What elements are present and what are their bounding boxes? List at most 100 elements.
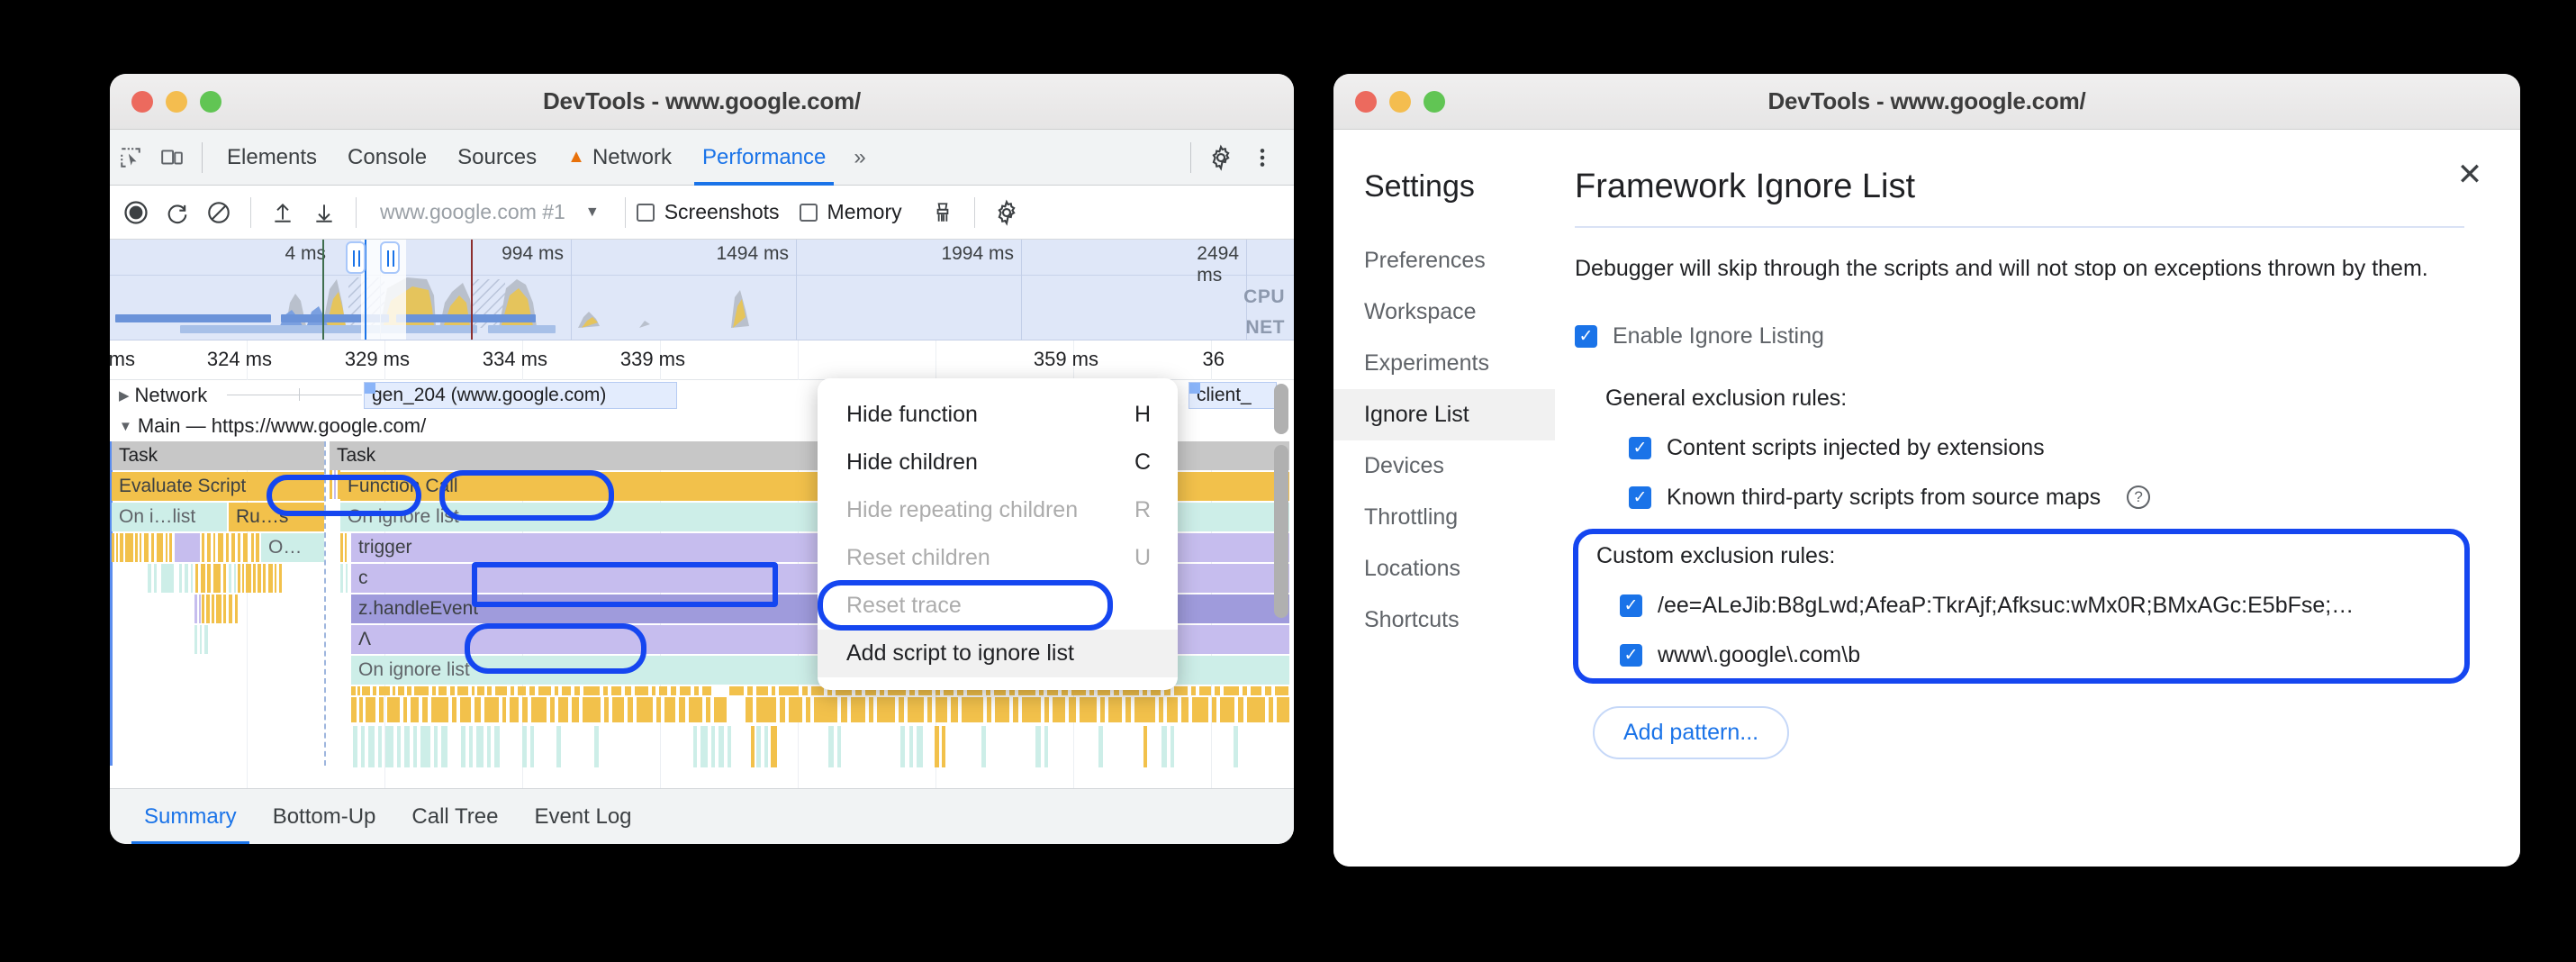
custom-rule-row-1[interactable]: ✓ www\.google\.com\b <box>1584 642 2455 668</box>
reload-record-icon[interactable] <box>157 192 198 233</box>
trace-select-value[interactable]: www.google.com #1 <box>380 200 565 224</box>
tab-sources[interactable]: Sources <box>442 130 552 186</box>
sidebar-item-preferences-label: Preferences <box>1364 248 1486 273</box>
menu-item-reset-children-key: U <box>1134 545 1151 571</box>
network-request-chip-right[interactable]: client_ <box>1189 382 1277 409</box>
chevron-right-icon[interactable]: ▶ <box>119 387 130 404</box>
memory-checkbox-row[interactable]: Memory <box>800 200 902 224</box>
performance-controls-toolbar: www.google.com #1 ▼ Screenshots Memory <box>110 186 1294 240</box>
clear-icon[interactable] <box>198 192 240 233</box>
kebab-menu-icon[interactable] <box>1242 137 1283 178</box>
tab-event-log[interactable]: Event Log <box>516 789 649 845</box>
menu-item-hide-repeating-children-key: R <box>1134 497 1151 523</box>
upload-profile-icon[interactable] <box>262 192 303 233</box>
controls-divider-3 <box>625 197 626 228</box>
flame-bar-on-ignore-list-small[interactable]: On i…list <box>112 503 227 531</box>
menu-item-add-script-to-ignore-list[interactable]: Add script to ignore list <box>818 630 1178 677</box>
tab-network-label: Network <box>592 145 672 170</box>
sidebar-item-throttling[interactable]: Throttling <box>1333 492 1555 543</box>
settings-panel-ignore-list: ✕ Framework Ignore List Debugger will sk… <box>1555 130 2520 867</box>
download-profile-icon[interactable] <box>303 192 345 233</box>
net-bar <box>115 314 271 322</box>
tab-network[interactable]: ▲ Network <box>552 130 687 186</box>
overview-tick-line <box>796 240 797 340</box>
sidebar-item-ignore-list[interactable]: Ignore List <box>1333 389 1555 440</box>
flame-bar-evaluate-script[interactable]: Evaluate Script <box>112 472 324 501</box>
tab-console[interactable]: Console <box>332 130 442 186</box>
screenshots-checkbox[interactable] <box>637 204 655 222</box>
ruler-tick-label: 324 ms <box>207 348 281 371</box>
flame-bar-task-left[interactable]: Task <box>112 441 324 470</box>
general-exclusion-label: General exclusion rules: <box>1605 386 2464 412</box>
device-toolbar-icon[interactable] <box>151 137 193 178</box>
timeline-overview[interactable]: 4 ms 994 ms 1494 ms 1994 ms 2494 ms CPU … <box>110 240 1294 340</box>
network-request-chip[interactable]: gen_204 (www.google.com) <box>364 382 677 409</box>
selection-handle-right[interactable] <box>380 241 400 274</box>
custom-rule-1-checkbox[interactable]: ✓ <box>1620 644 1642 667</box>
sidebar-item-locations-label: Locations <box>1364 556 1460 581</box>
ruler-tick-label: 36 <box>1203 348 1234 371</box>
menu-item-hide-function[interactable]: Hide function H <box>818 391 1178 439</box>
tab-bottom-up[interactable]: Bottom-Up <box>255 789 394 845</box>
toolbar-divider <box>202 142 203 173</box>
more-tabs-icon[interactable]: » <box>841 145 878 170</box>
add-pattern-button[interactable]: Add pattern... <box>1593 706 1789 759</box>
sidebar-item-devices[interactable]: Devices <box>1333 440 1555 492</box>
chevron-down-icon[interactable]: ▼ <box>119 419 132 434</box>
custom-rule-row-0[interactable]: ✓ /ee=ALeJib:B8gLwd;AfeaP:TkrAjf;Afksuc:… <box>1584 593 2455 619</box>
tab-elements-label: Elements <box>227 145 317 170</box>
collect-garbage-icon[interactable] <box>922 192 963 233</box>
menu-item-hide-children[interactable]: Hide children C <box>818 439 1178 486</box>
screenshots-checkbox-row[interactable]: Screenshots <box>637 200 780 224</box>
tab-elements[interactable]: Elements <box>212 130 332 186</box>
sidebar-item-workspace[interactable]: Workspace <box>1333 286 1555 338</box>
vertical-scrollbar-thumb[interactable] <box>1274 445 1288 618</box>
sidebar-item-devices-label: Devices <box>1364 453 1444 478</box>
tab-performance-label: Performance <box>702 145 826 170</box>
vertical-scrollbar-thumb-top[interactable] <box>1274 384 1288 434</box>
record-circle-icon[interactable] <box>115 192 157 233</box>
flame-context-menu[interactable]: Hide function H Hide children C Hide rep… <box>818 378 1178 690</box>
inspect-element-icon[interactable] <box>110 137 151 178</box>
ruler-tick-label: 359 ms <box>1034 348 1107 371</box>
enable-ignore-listing-row[interactable]: ✓ Enable Ignore Listing <box>1575 323 2464 349</box>
sidebar-item-preferences[interactable]: Preferences <box>1333 235 1555 286</box>
tabbar-right-group <box>1181 137 1294 178</box>
third-party-scripts-label: Known third-party scripts from source ma… <box>1667 485 2101 511</box>
flame-narrow-bars-2 <box>340 533 358 659</box>
content-scripts-checkbox[interactable]: ✓ <box>1629 437 1651 459</box>
flame-narrow-bars <box>330 470 348 533</box>
help-question-icon[interactable]: ? <box>2127 486 2150 509</box>
sidebar-item-experiments[interactable]: Experiments <box>1333 338 1555 389</box>
close-icon[interactable]: ✕ <box>2452 157 2488 193</box>
general-rule-row-1[interactable]: ✓ Known third-party scripts from source … <box>1605 485 2464 511</box>
tab-call-tree[interactable]: Call Tree <box>393 789 516 845</box>
third-party-scripts-checkbox[interactable]: ✓ <box>1629 486 1651 509</box>
chevron-down-icon[interactable]: ▼ <box>585 204 600 221</box>
selection-handle-left[interactable] <box>346 241 366 274</box>
cpu-track-label: CPU <box>1243 286 1285 308</box>
devtools-settings-window: DevTools - www.google.com/ Settings Pref… <box>1333 74 2520 867</box>
tab-console-label: Console <box>348 145 427 170</box>
marker-line-green <box>322 240 324 340</box>
flame-bar-run-scripts[interactable]: Ru…s <box>229 503 324 531</box>
sidebar-item-shortcuts[interactable]: Shortcuts <box>1333 594 1555 646</box>
overview-tick-label: 2494 ms <box>1197 243 1246 286</box>
custom-rule-0-checkbox[interactable]: ✓ <box>1620 594 1642 617</box>
tab-performance[interactable]: Performance <box>687 130 841 186</box>
menu-item-hide-repeating-children-label: Hide repeating children <box>846 497 1078 523</box>
track-main-label: Main — https://www.google.com/ <box>138 414 426 438</box>
tab-bottom-up-label: Bottom-Up <box>273 804 376 830</box>
capture-settings-gear-icon[interactable] <box>986 192 1027 233</box>
overview-tick-label: 1494 ms <box>716 243 796 265</box>
enable-ignore-listing-checkbox[interactable]: ✓ <box>1575 325 1597 348</box>
net-bar <box>180 325 477 333</box>
gear-icon[interactable] <box>1200 137 1242 178</box>
tab-summary[interactable]: Summary <box>126 789 255 845</box>
menu-item-hide-children-key: C <box>1134 449 1151 476</box>
sidebar-item-locations[interactable]: Locations <box>1333 543 1555 594</box>
general-rule-row-0[interactable]: ✓ Content scripts injected by extensions <box>1605 435 2464 461</box>
sidebar-item-workspace-label: Workspace <box>1364 299 1477 324</box>
ruler-tick-label: 339 ms <box>620 348 694 371</box>
memory-checkbox[interactable] <box>800 204 818 222</box>
